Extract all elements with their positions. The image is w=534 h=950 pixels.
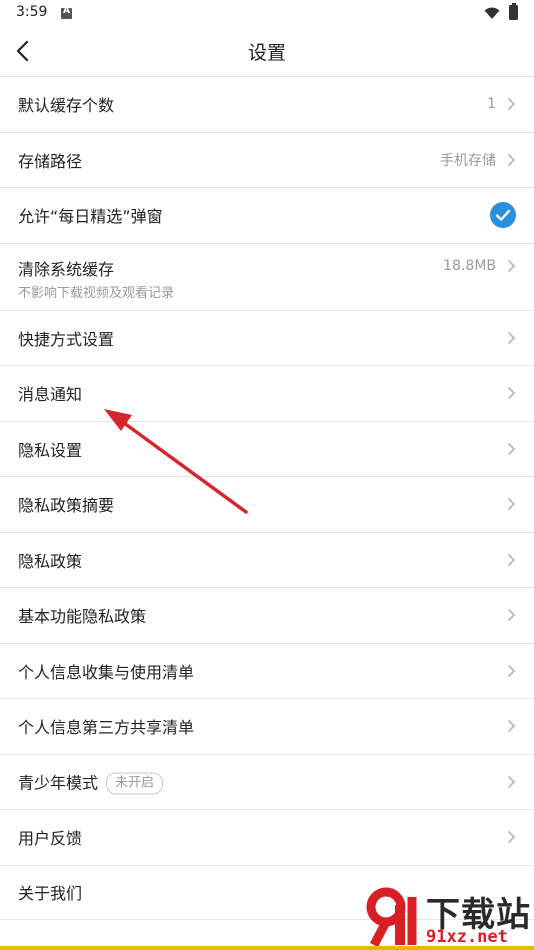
chevron-right-icon (507, 553, 516, 566)
setting-clear-cache[interactable]: 清除系统缓存 不影响下载视频及观看记录 18.8MB (0, 242, 534, 310)
row-label: 关于我们 (18, 884, 83, 904)
row-label: 青少年模式 未开启 (18, 769, 164, 795)
setting-privacy-policy[interactable]: 隐私政策 (0, 531, 534, 587)
row-value: 18.8MB (443, 257, 496, 274)
status-badge: 未开启 (106, 772, 164, 795)
watermark-url: 91xz.net (426, 927, 508, 947)
row-label: 个人信息收集与使用清单 (18, 662, 195, 682)
row-sublabel: 不影响下载视频及观看记录 (18, 285, 175, 301)
row-label: 清除系统缓存 (18, 259, 115, 279)
status-bar: 3:59 (0, 0, 534, 26)
chevron-right-icon (507, 442, 516, 455)
setting-default-cache-count[interactable]: 默认缓存个数 1 (0, 76, 534, 132)
bottom-strip (0, 946, 534, 950)
row-label: 隐私设置 (18, 440, 83, 460)
row-label: 存储路径 (18, 151, 83, 171)
row-label: 快捷方式设置 (18, 329, 115, 349)
chevron-right-icon (507, 259, 516, 272)
row-label: 隐私政策 (18, 551, 83, 571)
watermark-91-icon (366, 887, 417, 948)
setting-teen-mode[interactable]: 青少年模式 未开启 (0, 753, 534, 809)
row-label: 个人信息第三方共享清单 (18, 718, 195, 738)
teen-mode-label: 青少年模式 (18, 773, 99, 793)
chevron-right-icon (507, 775, 516, 788)
notification-a-icon (61, 6, 72, 19)
status-time: 3:59 (16, 4, 48, 20)
setting-basic-privacy-policy[interactable]: 基本功能隐私政策 (0, 587, 534, 643)
watermark-logo: 下载站 91xz.net (366, 885, 534, 950)
row-label: 基本功能隐私政策 (18, 607, 147, 627)
chevron-right-icon (507, 331, 516, 344)
setting-info-collection-list[interactable]: 个人信息收集与使用清单 (0, 642, 534, 698)
chevron-right-icon (507, 153, 516, 166)
chevron-right-icon (507, 387, 516, 400)
row-label: 消息通知 (18, 385, 83, 405)
row-value: 手机存储 (440, 152, 496, 169)
row-label: 允许“每日精选”弹窗 (18, 207, 163, 227)
chevron-right-icon (507, 609, 516, 622)
row-value: 1 (487, 96, 496, 113)
page-title: 设置 (247, 42, 286, 64)
chevron-right-icon (507, 98, 516, 111)
setting-privacy-settings[interactable]: 隐私设置 (0, 420, 534, 476)
settings-list: 默认缓存个数 1 存储路径 手机存储 允许“每日精选”弹窗 清除系统缓存 不影响… (0, 76, 534, 920)
setting-storage-path[interactable]: 存储路径 手机存储 (0, 131, 534, 187)
row-label: 用户反馈 (18, 829, 83, 849)
setting-third-party-sharing-list[interactable]: 个人信息第三方共享清单 (0, 698, 534, 754)
wifi-icon (484, 7, 500, 19)
header: 设置 (0, 26, 534, 76)
setting-daily-picks-popup[interactable]: 允许“每日精选”弹窗 (0, 187, 534, 243)
setting-shortcuts[interactable]: 快捷方式设置 (0, 309, 534, 365)
setting-notifications[interactable]: 消息通知 (0, 365, 534, 421)
chevron-right-icon (507, 664, 516, 677)
setting-privacy-summary[interactable]: 隐私政策摘要 (0, 476, 534, 532)
setting-user-feedback[interactable]: 用户反馈 (0, 809, 534, 865)
chevron-right-icon (507, 720, 516, 733)
chevron-right-icon (507, 831, 516, 844)
row-label: 隐私政策摘要 (18, 496, 115, 516)
battery-icon (509, 3, 518, 20)
chevron-right-icon (507, 498, 516, 511)
checkmark-circle-icon[interactable] (490, 202, 516, 229)
row-label: 默认缓存个数 (18, 96, 115, 116)
